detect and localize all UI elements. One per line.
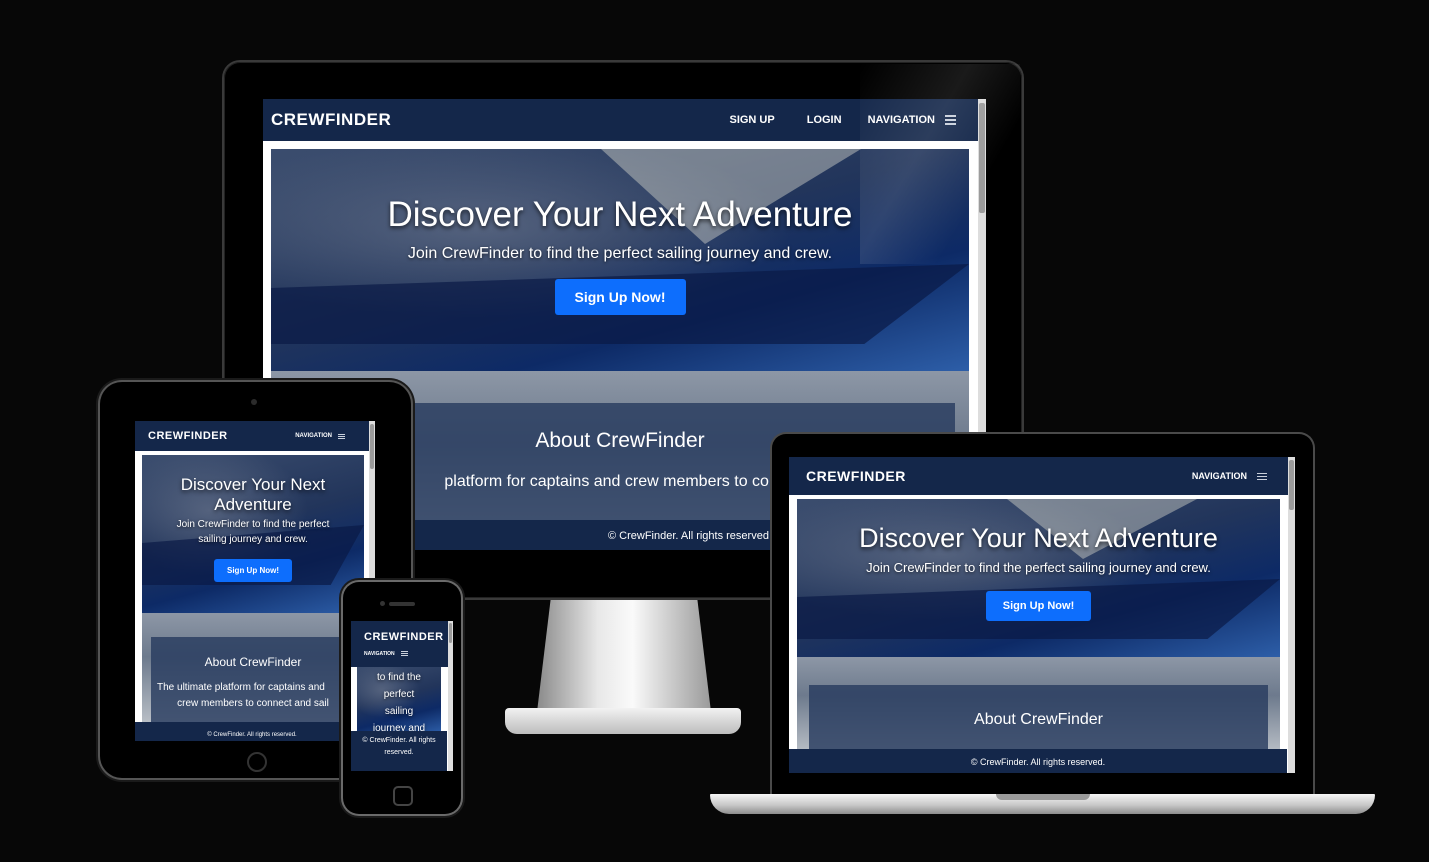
phone-camera [380, 601, 385, 606]
phone-footer-text-line2: reserved. [384, 749, 414, 756]
phone-speaker [389, 602, 415, 606]
monitor-stand-base [505, 708, 741, 734]
phone-hero: to find the perfect sailing journey and [357, 667, 441, 733]
tablet-home-button [247, 752, 267, 772]
phone-brand-logo[interactable]: CREWFINDER [364, 631, 444, 643]
monitor-glare [860, 64, 1020, 264]
laptop-lid-notch [996, 794, 1090, 800]
laptop-brand-logo[interactable]: CREWFINDER [806, 468, 906, 484]
phone-hero-text-2: perfect [383, 689, 415, 700]
tablet-navigation-toggle[interactable]: NAVIGATION [295, 433, 332, 439]
tablet-menu-icon[interactable] [338, 433, 345, 440]
laptop-footer-text: © CrewFinder. All rights reserved. [970, 757, 1106, 767]
tablet-camera [251, 399, 257, 405]
desktop-brand-logo[interactable]: CREWFINDER [271, 110, 391, 130]
tablet-footer: © CrewFinder. All rights reserved. [135, 722, 369, 741]
laptop-screen: CREWFINDER NAVIGATION Discover Your Next… [789, 457, 1295, 773]
phone-footer: © CrewFinder. All rights reserved. [351, 731, 447, 771]
laptop-signup-button[interactable]: Sign Up Now! [985, 591, 1092, 621]
desktop-signup-button[interactable]: Sign Up Now! [554, 279, 686, 315]
tablet-hero: Discover Your Next Adventure Join CrewFi… [142, 455, 364, 613]
phone-navigation-toggle[interactable]: NAVIGATION [364, 651, 395, 657]
tablet-signup-button[interactable]: Sign Up Now! [214, 559, 292, 582]
tablet-about-text-line2: crew members to connect and sail [177, 698, 329, 709]
phone-menu-icon[interactable] [400, 650, 408, 657]
phone-hero-text-3: sailing [384, 706, 414, 717]
tablet-screen: CREWFINDER NAVIGATION Discover Your Next… [135, 421, 375, 741]
tablet-hero-subtitle-line2: sailing journey and crew. [198, 534, 308, 545]
laptop-about-title: About CrewFinder [974, 711, 1103, 728]
laptop-hero-title: Discover Your Next Adventure [859, 523, 1218, 553]
laptop-navbar: CREWFINDER NAVIGATION [789, 457, 1295, 495]
desktop-footer-text: © CrewFinder. All rights reserved. [608, 530, 772, 542]
tablet-brand-logo[interactable]: CREWFINDER [148, 430, 228, 442]
phone-hero-text-1: to find the [377, 672, 421, 683]
laptop-scrollbar[interactable] [1288, 457, 1295, 773]
tablet-about-text-line1: The ultimate platform for captains and [157, 682, 325, 693]
laptop-navigation-toggle[interactable]: NAVIGATION [1192, 471, 1247, 481]
phone-footer-text-line1: © CrewFinder. All rights [362, 737, 436, 744]
desktop-signup-link[interactable]: SIGN UP [729, 114, 774, 126]
desktop-login-link[interactable]: LOGIN [807, 114, 842, 126]
tablet-about-title: About CrewFinder [204, 655, 302, 669]
phone-navbar: CREWFINDER NAVIGATION [351, 621, 453, 667]
phone-home-button [393, 786, 413, 806]
tablet-hero-subtitle-line1: Join CrewFinder to find the perfect [176, 519, 330, 530]
tablet-about-section: About CrewFinder The ultimate platform f… [142, 613, 364, 723]
laptop-hero: Discover Your Next Adventure Join CrewFi… [797, 499, 1280, 657]
laptop-about-section: About CrewFinder [797, 657, 1280, 753]
laptop-hero-subtitle: Join CrewFinder to find the perfect sail… [866, 560, 1211, 575]
tablet-footer-text: © CrewFinder. All rights reserved. [207, 732, 297, 738]
tablet-hero-title-line2: Adventure [214, 495, 292, 514]
laptop-footer: © CrewFinder. All rights reserved. [789, 749, 1287, 773]
monitor-stand-neck [537, 597, 711, 712]
laptop-menu-icon[interactable] [1257, 471, 1267, 482]
phone-screen: CREWFINDER NAVIGATION to find the perfec… [351, 621, 453, 771]
tablet-navbar: CREWFINDER NAVIGATION [135, 421, 375, 451]
tablet-hero-title-line1: Discover Your Next [180, 475, 326, 494]
phone-scrollbar[interactable] [448, 621, 453, 771]
